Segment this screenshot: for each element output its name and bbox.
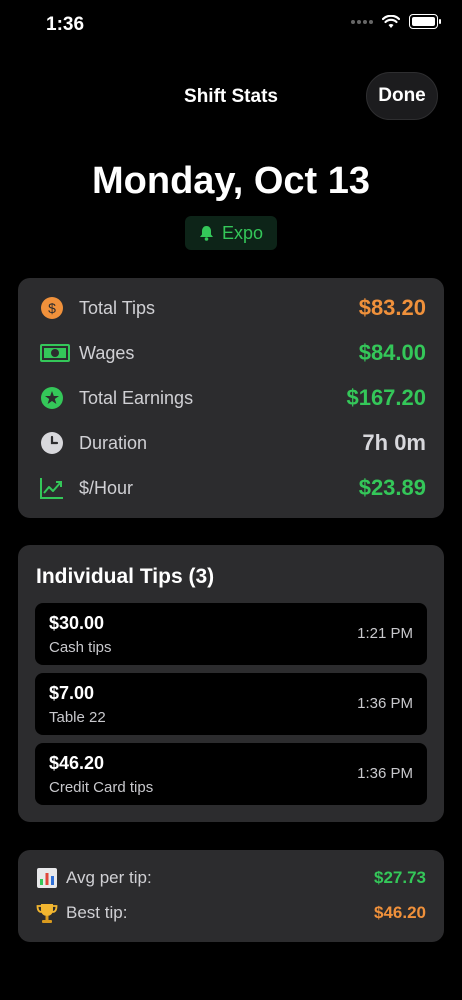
stat-label: Duration	[79, 432, 148, 453]
individual-tips-card: Individual Tips (3) $30.00 Cash tips 1:2…	[18, 545, 444, 822]
tip-amount: $7.00	[49, 683, 95, 703]
status-time: 1:36	[46, 14, 85, 35]
avg-value: $27.73	[374, 868, 426, 887]
bell-icon	[199, 226, 213, 241]
signal-icon	[351, 19, 373, 24]
stat-label: $/Hour	[79, 477, 134, 498]
dollar-circle-icon: $	[40, 296, 64, 320]
trophy-icon	[36, 902, 58, 924]
stat-row-duration: Duration 7h 0m	[40, 428, 426, 458]
status-bar: 1:36	[0, 0, 462, 50]
done-button[interactable]: Done	[366, 72, 438, 120]
tip-amount: $30.00	[49, 613, 105, 633]
tip-item[interactable]: $30.00 Cash tips 1:21 PM	[35, 603, 427, 665]
stat-row-wages: Wages $84.00	[40, 338, 426, 368]
tip-item[interactable]: $7.00 Table 22 1:36 PM	[35, 673, 427, 735]
avg-per-tip-row: Avg per tip: $27.73	[36, 865, 426, 891]
stat-value: 7h 0m	[362, 430, 426, 455]
best-label: Best tip:	[66, 903, 128, 922]
tip-time: 1:36 PM	[357, 765, 413, 782]
stat-label: Total Tips	[79, 297, 156, 318]
status-icons	[351, 14, 441, 29]
tip-time: 1:36 PM	[357, 695, 413, 712]
stat-value: $83.20	[358, 295, 426, 320]
stat-value: $167.20	[346, 385, 426, 410]
bar-chart-icon	[36, 867, 58, 889]
tip-note: Cash tips	[49, 639, 112, 656]
stat-row-total-tips: $ Total Tips $83.20	[40, 293, 426, 323]
summary-card: Avg per tip: $27.73 Best tip: $46.20	[18, 850, 444, 942]
stat-label: Total Earnings	[79, 387, 194, 408]
tip-note: Credit Card tips	[49, 779, 154, 796]
role-label: Expo	[221, 222, 264, 243]
tip-item[interactable]: $46.20 Credit Card tips 1:36 PM	[35, 743, 427, 805]
wifi-icon	[382, 14, 400, 28]
tip-note: Table 22	[49, 709, 106, 726]
tips-section-title: Individual Tips (3)	[36, 565, 215, 588]
stat-row-per-hour: $/Hour $23.89	[40, 473, 426, 503]
clock-icon	[40, 431, 64, 455]
stat-row-total-earnings: Total Earnings $167.20	[40, 383, 426, 413]
trend-up-icon	[40, 476, 64, 500]
tip-amount: $46.20	[49, 753, 105, 773]
shift-date-title: Monday, Oct 13	[91, 160, 371, 202]
stat-value: $84.00	[358, 340, 426, 365]
svg-text:$: $	[48, 300, 56, 316]
banknote-icon	[40, 341, 70, 365]
battery-icon	[409, 14, 441, 29]
star-circle-icon	[40, 386, 64, 410]
stat-value: $23.89	[358, 475, 426, 500]
best-value: $46.20	[374, 903, 426, 922]
shift-stats-card: $ Total Tips $83.20 Wages $84.00 Total E…	[18, 278, 444, 518]
tip-time: 1:21 PM	[357, 625, 413, 642]
stat-label: Wages	[79, 342, 135, 363]
best-tip-row: Best tip: $46.20	[36, 900, 426, 926]
role-badge: Expo	[185, 216, 277, 250]
avg-label: Avg per tip:	[66, 868, 152, 887]
